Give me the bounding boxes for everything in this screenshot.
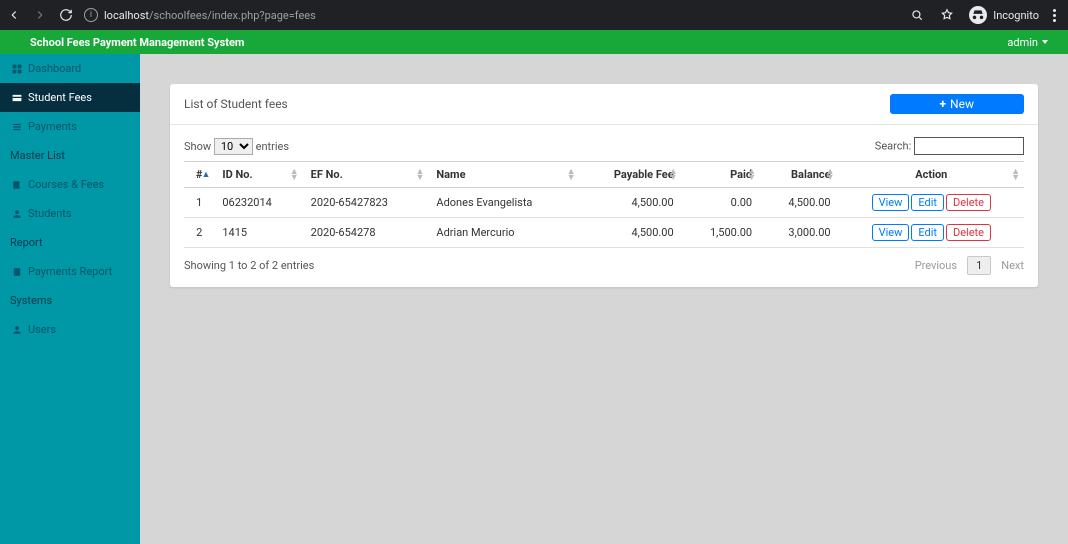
card-icon <box>12 93 22 103</box>
sidebar-item-payments-report[interactable]: Payments Report <box>0 257 140 286</box>
delete-button[interactable]: Delete <box>946 224 991 241</box>
plus-icon: + <box>940 97 947 111</box>
forward-button[interactable] <box>32 7 48 23</box>
app-header: School Fees Payment Management System ad… <box>0 30 1068 54</box>
bookmark-star-icon[interactable] <box>939 7 955 23</box>
incognito-badge: Incognito <box>969 6 1039 24</box>
back-button[interactable] <box>6 7 22 23</box>
edit-button[interactable]: Edit <box>911 194 944 211</box>
student-fees-card: List of Student fees +New Show 10 entrie… <box>170 84 1038 287</box>
search-icon[interactable] <box>909 7 925 23</box>
sidebar-section-systems: Systems <box>0 286 140 315</box>
sidebar-item-users[interactable]: Users <box>0 315 140 344</box>
page-next[interactable]: Next <box>1001 259 1024 272</box>
sidebar-item-student-fees[interactable]: Student Fees <box>0 83 140 112</box>
dashboard-icon <box>12 64 22 74</box>
users-icon <box>12 325 22 335</box>
browser-chrome: i localhost/schoolfees/index.php?page=fe… <box>0 0 1068 30</box>
cell-index: 1 <box>184 188 214 218</box>
cell-name: Adrian Mercurio <box>428 218 579 248</box>
sidebar-item-payments[interactable]: Payments <box>0 112 140 141</box>
list-icon <box>12 122 22 132</box>
col-efno[interactable]: EF No.▲▼ <box>303 162 429 188</box>
cell-fee: 4,500.00 <box>579 188 681 218</box>
sidebar: Dashboard Student Fees Payments Master L… <box>0 54 140 544</box>
app-title: School Fees Payment Management System <box>30 36 244 49</box>
url-host: localhost <box>104 9 149 22</box>
sidebar-section-report: Report <box>0 228 140 257</box>
length-control: Show 10 entries <box>184 138 289 155</box>
delete-button[interactable]: Delete <box>946 194 991 211</box>
view-button[interactable]: View <box>872 194 910 211</box>
book-icon <box>12 180 22 190</box>
address-bar[interactable]: i localhost/schoolfees/index.php?page=fe… <box>84 8 899 22</box>
cell-bal: 4,500.00 <box>760 188 838 218</box>
sidebar-section-master: Master List <box>0 141 140 170</box>
sidebar-item-students[interactable]: Students <box>0 199 140 228</box>
search-control: Search: <box>875 137 1024 155</box>
col-fee[interactable]: Payable Fee▲▼ <box>579 162 681 188</box>
cell-paid: 1,500.00 <box>682 218 760 248</box>
cell-paid: 0.00 <box>682 188 760 218</box>
col-idno[interactable]: ID No.▲▼ <box>214 162 302 188</box>
cell-bal: 3,000.00 <box>760 218 838 248</box>
edit-button[interactable]: Edit <box>911 224 944 241</box>
page-prev[interactable]: Previous <box>915 259 957 272</box>
col-name[interactable]: Name▲▼ <box>428 162 579 188</box>
length-select[interactable]: 10 <box>214 138 253 155</box>
table-row: 1062320142020-65427823Adones Evangelista… <box>184 188 1024 218</box>
cell-efno: 2020-654278 <box>303 218 429 248</box>
table-row: 214152020-654278Adrian Mercurio4,500.001… <box>184 218 1024 248</box>
url-path: /schoolfees/index.php?page=fees <box>149 9 316 22</box>
cell-name: Adones Evangelista <box>428 188 579 218</box>
cell-efno: 2020-65427823 <box>303 188 429 218</box>
main-content: List of Student fees +New Show 10 entrie… <box>140 54 1068 544</box>
search-input[interactable] <box>914 137 1024 155</box>
users-icon <box>12 209 22 219</box>
user-menu[interactable]: admin <box>1007 36 1048 49</box>
col-paid[interactable]: Paid▲▼ <box>682 162 760 188</box>
table-info: Showing 1 to 2 of 2 entries <box>184 259 314 272</box>
incognito-icon <box>969 6 987 24</box>
fees-table: #▲ ID No.▲▼ EF No.▲▼ Name▲▼ Payable Fee▲… <box>184 161 1024 248</box>
browser-menu-button[interactable] <box>1053 9 1056 22</box>
col-balance[interactable]: Balance▲▼ <box>760 162 838 188</box>
view-button[interactable]: View <box>872 224 910 241</box>
report-icon <box>12 267 22 277</box>
sidebar-item-dashboard[interactable]: Dashboard <box>0 54 140 83</box>
new-button[interactable]: +New <box>890 94 1025 114</box>
caret-down-icon <box>1042 40 1048 44</box>
cell-index: 2 <box>184 218 214 248</box>
sidebar-item-courses-fees[interactable]: Courses & Fees <box>0 170 140 199</box>
cell-idno: 1415 <box>214 218 302 248</box>
pagination: Previous 1 Next <box>915 256 1024 275</box>
page-1[interactable]: 1 <box>967 256 991 275</box>
incognito-label: Incognito <box>993 9 1039 22</box>
cell-actions: ViewEditDelete <box>839 188 1024 218</box>
cell-idno: 06232014 <box>214 188 302 218</box>
col-action: Action▲▼ <box>839 162 1024 188</box>
col-index[interactable]: #▲ <box>184 162 214 188</box>
reload-button[interactable] <box>58 7 74 23</box>
card-title: List of Student fees <box>184 97 288 111</box>
site-info-icon[interactable]: i <box>84 8 98 22</box>
cell-fee: 4,500.00 <box>579 218 681 248</box>
cell-actions: ViewEditDelete <box>839 218 1024 248</box>
